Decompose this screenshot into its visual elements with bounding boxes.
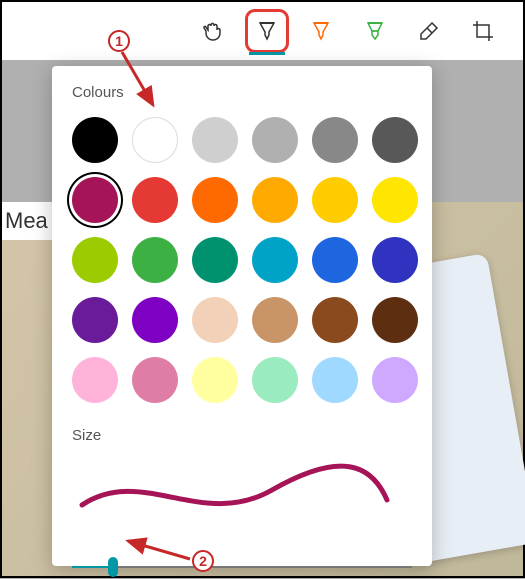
colour-swatch[interactable] — [312, 237, 358, 283]
colour-swatch[interactable] — [72, 117, 118, 163]
size-heading: Size — [72, 427, 412, 444]
colour-swatch[interactable] — [372, 357, 418, 403]
crop-tool[interactable] — [467, 15, 499, 47]
colour-swatch[interactable] — [132, 297, 178, 343]
colour-swatch[interactable] — [192, 357, 238, 403]
colour-swatch[interactable] — [132, 357, 178, 403]
colour-swatch[interactable] — [132, 117, 178, 163]
colour-swatch[interactable] — [252, 177, 298, 223]
colour-swatch[interactable] — [72, 297, 118, 343]
slider-fill — [72, 566, 113, 568]
colour-swatch[interactable] — [192, 177, 238, 223]
touch-writing-tool[interactable] — [197, 15, 229, 47]
colour-swatch-grid — [72, 117, 412, 403]
size-preview — [72, 460, 412, 525]
slider-track — [72, 566, 412, 568]
colour-swatch[interactable] — [252, 237, 298, 283]
colour-swatch[interactable] — [372, 117, 418, 163]
pen-icon — [255, 19, 279, 43]
pencil-icon — [309, 19, 333, 43]
toolbar — [2, 2, 523, 60]
eraser-tool[interactable] — [413, 15, 445, 47]
slider-thumb[interactable] — [108, 557, 118, 577]
colour-swatch[interactable] — [72, 177, 118, 223]
colour-swatch[interactable] — [252, 117, 298, 163]
crop-icon — [471, 19, 495, 43]
colour-swatch[interactable] — [252, 297, 298, 343]
eraser-icon — [417, 19, 441, 43]
colour-swatch[interactable] — [372, 297, 418, 343]
stroke-preview-icon — [72, 460, 392, 520]
pencil-tool[interactable] — [305, 15, 337, 47]
hand-icon — [201, 19, 225, 43]
colour-swatch[interactable] — [192, 237, 238, 283]
colour-swatch[interactable] — [192, 297, 238, 343]
highlighter-icon — [363, 19, 387, 43]
colour-swatch[interactable] — [132, 177, 178, 223]
arrow-1-icon — [117, 47, 167, 117]
cropped-background-text: Mea — [2, 202, 54, 240]
colour-swatch[interactable] — [312, 357, 358, 403]
colour-swatch[interactable] — [372, 177, 418, 223]
arrow-2-icon — [122, 535, 194, 565]
highlighter-tool[interactable] — [359, 15, 391, 47]
colour-swatch[interactable] — [312, 117, 358, 163]
colour-swatch[interactable] — [72, 357, 118, 403]
colour-swatch[interactable] — [132, 237, 178, 283]
colour-swatch[interactable] — [72, 237, 118, 283]
colour-swatch[interactable] — [312, 297, 358, 343]
colour-swatch[interactable] — [372, 237, 418, 283]
callout-2: 2 — [192, 550, 214, 572]
callout-1: 1 — [108, 30, 130, 52]
colour-swatch[interactable] — [252, 357, 298, 403]
ballpoint-pen-tool[interactable] — [251, 15, 283, 47]
colour-swatch[interactable] — [312, 177, 358, 223]
colour-swatch[interactable] — [192, 117, 238, 163]
pen-settings-panel: Colours Size — [52, 66, 432, 566]
